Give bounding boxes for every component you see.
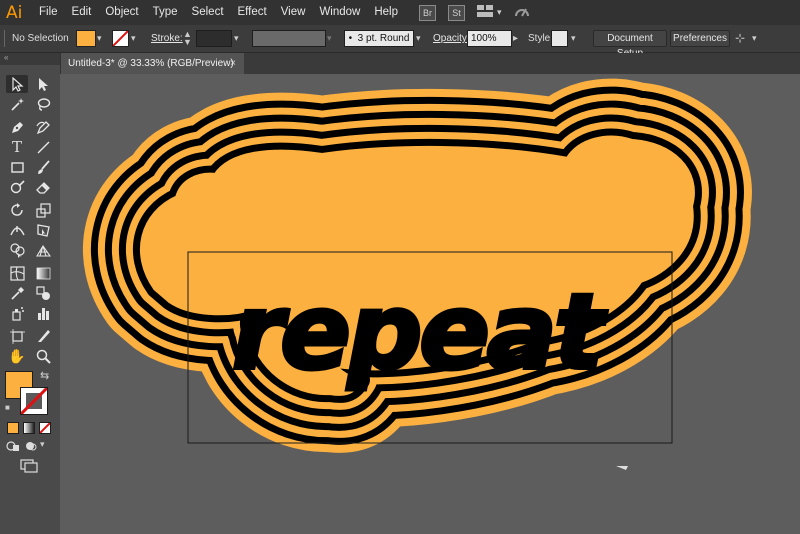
- eyedropper-tool-icon[interactable]: [6, 284, 28, 302]
- stock-button[interactable]: St: [448, 4, 465, 21]
- document-tab[interactable]: Untitled-3* @ 33.33% (RGB/Preview) ×: [60, 53, 244, 74]
- chevron-down-icon[interactable]: ▾: [752, 30, 757, 47]
- lasso-tool-icon[interactable]: [32, 95, 54, 113]
- direct-selection-tool-icon[interactable]: [32, 75, 54, 93]
- menu-window[interactable]: Window: [312, 0, 367, 25]
- chevron-down-icon[interactable]: ▾: [416, 30, 421, 47]
- gpu-performance-icon[interactable]: [514, 4, 530, 21]
- graphic-style-swatch[interactable]: [551, 30, 568, 47]
- zoom-tool-icon[interactable]: [32, 347, 54, 365]
- artboard-tool-icon[interactable]: [6, 327, 28, 345]
- paintbrush-tool-icon[interactable]: [32, 158, 54, 176]
- blend-tool-icon[interactable]: [32, 284, 54, 302]
- menu-help[interactable]: Help: [367, 0, 405, 25]
- stroke-weight-field[interactable]: [196, 30, 232, 47]
- selection-status: No Selection: [12, 33, 69, 44]
- chevron-down-icon[interactable]: ▾: [131, 30, 136, 47]
- collapse-icon[interactable]: «: [4, 53, 8, 62]
- column-graph-tool-icon[interactable]: [32, 304, 54, 322]
- screen-mode-icon[interactable]: [20, 459, 38, 473]
- chevron-down-icon[interactable]: ▾: [40, 439, 45, 450]
- width-tool-icon[interactable]: [6, 221, 28, 239]
- line-segment-tool-icon[interactable]: [32, 138, 54, 156]
- chevron-right-icon[interactable]: ▸: [513, 30, 518, 47]
- opacity-field[interactable]: 100%: [467, 30, 512, 47]
- mesh-tool-icon[interactable]: [6, 264, 28, 282]
- menu-bar: Ai File Edit Object Type Select Effect V…: [0, 0, 800, 25]
- close-icon[interactable]: ×: [230, 53, 236, 74]
- chevron-down-icon[interactable]: ▾: [497, 7, 502, 18]
- document-tab-title: Untitled-3* @ 33.33% (RGB/Preview): [68, 58, 234, 69]
- swap-colors-icon[interactable]: ⇆: [40, 369, 49, 382]
- stroke-label[interactable]: Stroke:: [151, 30, 183, 47]
- gradient-tool-icon[interactable]: [32, 264, 54, 282]
- rectangle-tool-icon[interactable]: [6, 158, 28, 176]
- variable-width-profile[interactable]: [252, 30, 326, 47]
- stroke-weight-stepper[interactable]: ▲ ▼: [183, 30, 192, 47]
- magic-wand-tool-icon[interactable]: [6, 95, 28, 113]
- eraser-tool-icon[interactable]: [32, 178, 54, 196]
- menu-select[interactable]: Select: [185, 0, 231, 25]
- menu-type[interactable]: Type: [146, 0, 185, 25]
- type-tool-icon[interactable]: T: [6, 138, 28, 156]
- pen-tool-icon[interactable]: [6, 118, 28, 136]
- align-options-icon[interactable]: ⊹: [735, 30, 745, 47]
- default-colors-icon[interactable]: ■: [5, 403, 10, 412]
- app-logo: Ai: [6, 2, 23, 23]
- style-label: Style:: [528, 33, 554, 44]
- menu-edit[interactable]: Edit: [65, 0, 99, 25]
- menu-object[interactable]: Object: [98, 0, 145, 25]
- chevron-down-icon[interactable]: ▾: [571, 30, 576, 47]
- draw-mode-icon[interactable]: [24, 440, 38, 452]
- none-mode-icon[interactable]: [39, 422, 51, 434]
- shaper-tool-icon[interactable]: [6, 178, 28, 196]
- document-tab-bar: Untitled-3* @ 33.33% (RGB/Preview) ×: [60, 53, 800, 74]
- grip-icon: [4, 30, 5, 47]
- preferences-button[interactable]: Preferences: [670, 30, 730, 47]
- perspective-grid-tool-icon[interactable]: [32, 241, 54, 259]
- repeat-text[interactable]: repeat: [230, 269, 612, 395]
- brush-dot-icon: •: [348, 33, 353, 44]
- stroke-swatch[interactable]: [112, 30, 129, 47]
- bridge-button[interactable]: Br: [419, 4, 436, 21]
- brush-label: 3 pt. Round: [357, 33, 410, 44]
- opacity-label[interactable]: Opacity:: [433, 30, 470, 47]
- chevron-down-icon[interactable]: ▾: [97, 30, 102, 47]
- selection-tool-icon[interactable]: [6, 75, 28, 93]
- color-mode-icon[interactable]: [7, 422, 19, 434]
- symbol-sprayer-tool-icon[interactable]: [6, 304, 28, 322]
- document-setup-button[interactable]: Document Setup: [593, 30, 667, 59]
- rotate-tool-icon[interactable]: [6, 201, 28, 219]
- free-transform-tool-icon[interactable]: [32, 221, 54, 239]
- chevron-down-icon[interactable]: ▾: [327, 30, 332, 47]
- draw-normal-icon[interactable]: [6, 440, 20, 452]
- brush-definition[interactable]: • 3 pt. Round: [344, 30, 414, 47]
- control-bar: No Selection ▾ ▾ Stroke: ▲ ▼ ▾ ▾ • 3 pt. …: [0, 25, 800, 59]
- curvature-tool-icon[interactable]: [32, 118, 54, 136]
- tools-panel-header: «: [0, 53, 60, 65]
- menu-effect[interactable]: Effect: [231, 0, 274, 25]
- slice-tool-icon[interactable]: [32, 327, 54, 345]
- chevron-down-icon[interactable]: ▾: [234, 30, 239, 47]
- menu-view[interactable]: View: [274, 0, 313, 25]
- artwork-fragment: [616, 466, 628, 470]
- tools-panel: « T ✋ ⇆ ■ ▾: [0, 53, 61, 534]
- shape-builder-tool-icon[interactable]: [6, 241, 28, 259]
- hand-tool-icon[interactable]: ✋: [6, 347, 28, 365]
- fill-swatch[interactable]: [76, 30, 96, 47]
- repeat-artwork[interactable]: repeat: [60, 74, 800, 534]
- arrange-documents-icon[interactable]: [477, 5, 493, 20]
- stroke-color-box[interactable]: [20, 387, 48, 415]
- canvas-area[interactable]: repeat: [60, 74, 800, 534]
- gradient-mode-icon[interactable]: [23, 422, 35, 434]
- scale-tool-icon[interactable]: [32, 201, 54, 219]
- menu-file[interactable]: File: [32, 0, 65, 25]
